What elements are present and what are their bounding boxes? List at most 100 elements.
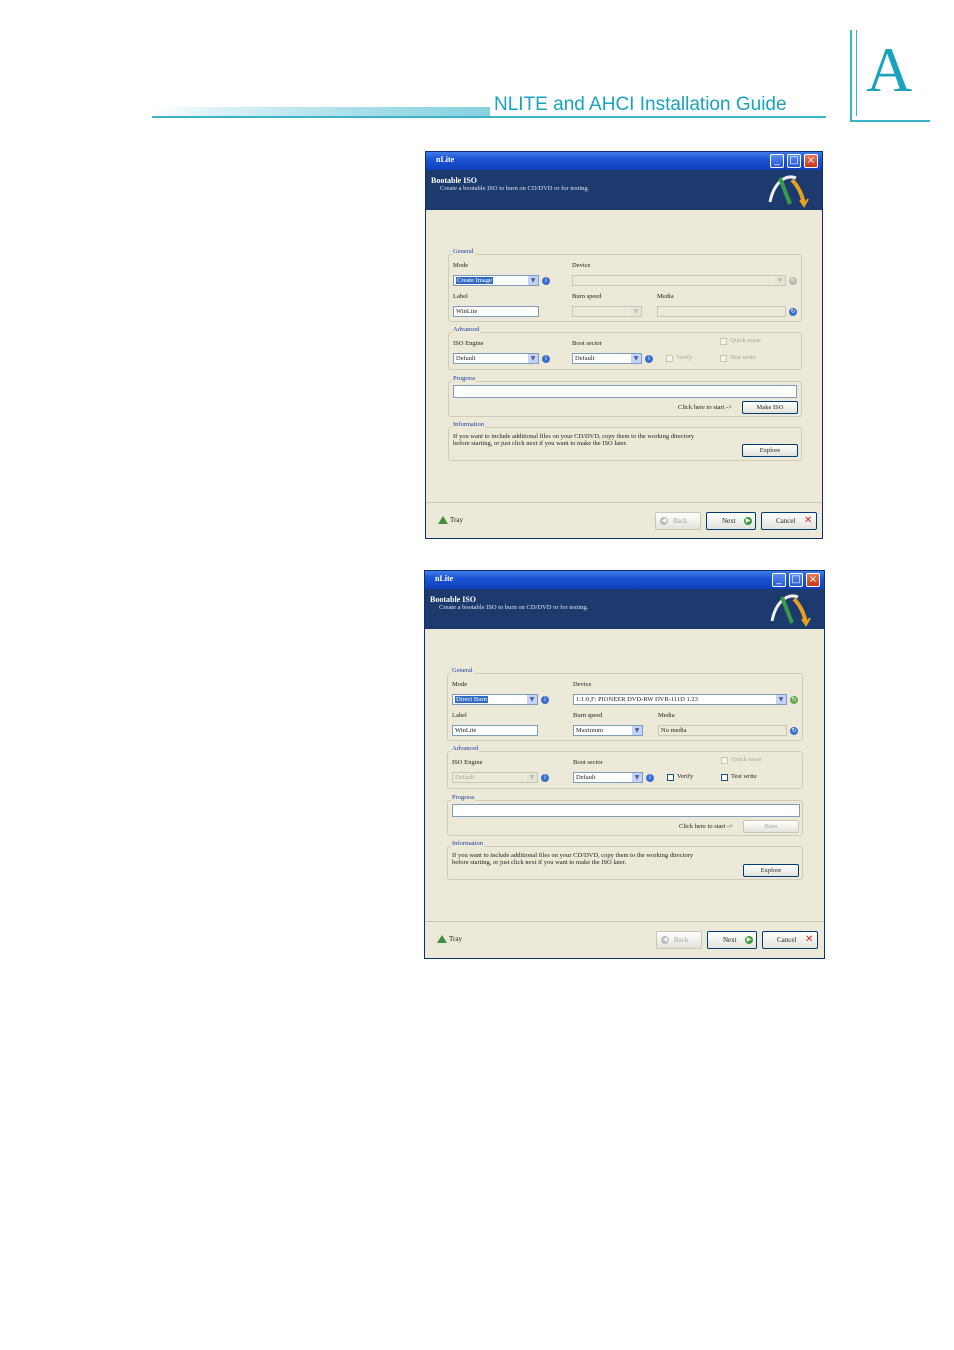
refresh-media-icon[interactable]: ↻ [789, 308, 797, 316]
nlite-window-create-image: nLite _ □ × Bootable ISO Create a bootab… [425, 151, 823, 539]
chevron-down-icon[interactable]: ▼ [528, 276, 538, 285]
device-label: Device [573, 681, 592, 688]
appendix-letter: A [866, 34, 913, 105]
test-write-checkbox[interactable] [720, 355, 727, 362]
burn-button[interactable]: Burn [743, 820, 799, 833]
label-input[interactable]: WinLite [452, 725, 538, 736]
info-text-line1: If you want to include additional files … [452, 852, 694, 859]
banner-title: Bootable ISO [430, 595, 477, 604]
mode-select[interactable]: Create Image ▼ [453, 275, 539, 286]
chevron-down-icon[interactable]: ▼ [632, 726, 642, 735]
mode-value: Create Image [456, 277, 493, 284]
chevron-down-icon[interactable]: ▼ [527, 695, 537, 704]
device-label: Device [572, 262, 591, 269]
test-write-checkbox[interactable] [721, 774, 728, 781]
quick-erase-checkbox[interactable] [720, 338, 727, 345]
chevron-down-icon[interactable]: ▼ [527, 773, 537, 782]
test-write-label: Test write [731, 773, 757, 780]
click-here-label: Click here to start -> [678, 404, 732, 411]
burn-speed-select[interactable]: ▼ [572, 306, 642, 317]
next-button[interactable]: Next ▶ [706, 512, 756, 530]
back-button[interactable]: ◀ Back [655, 512, 701, 530]
mode-label: Mode [452, 681, 468, 688]
banner-subtitle: Create a bootable ISO to burn on CD/DVD … [439, 604, 589, 611]
label-input[interactable]: WinLite [453, 306, 539, 317]
refresh-device-icon[interactable]: ↻ [789, 277, 797, 285]
progress-bar [453, 385, 797, 398]
back-arrow-icon: ◀ [661, 936, 669, 944]
label-label: Label [453, 293, 468, 300]
chevron-down-icon[interactable]: ▼ [632, 773, 642, 782]
window-titlebar[interactable]: nLite _ □ × [425, 571, 824, 589]
wizard-banner: Bootable ISO Create a bootable ISO to bu… [425, 589, 824, 629]
mode-value: Direct Burn [455, 696, 488, 703]
burn-speed-select[interactable]: Maximum ▼ [573, 725, 643, 736]
next-label: Next [723, 936, 737, 944]
mode-help-icon[interactable]: i [541, 696, 549, 704]
iso-engine-help-icon[interactable]: i [541, 774, 549, 782]
verify-checkbox[interactable] [667, 774, 674, 781]
minimize-button[interactable]: _ [770, 154, 784, 168]
verify-label: Verify [677, 773, 694, 780]
cancel-button[interactable]: Cancel ✕ [761, 512, 817, 530]
close-button[interactable]: × [804, 154, 818, 168]
label-value: WinLite [456, 308, 478, 315]
chevron-down-icon[interactable]: ▼ [528, 354, 538, 363]
boot-sector-help-icon[interactable]: i [646, 774, 654, 782]
iso-engine-value: Default [456, 355, 476, 362]
back-arrow-icon: ◀ [660, 517, 668, 525]
boot-sector-select[interactable]: Default ▼ [572, 353, 642, 364]
media-field: No media [658, 725, 787, 736]
verify-checkbox[interactable] [666, 355, 673, 362]
mode-select[interactable]: Direct Burn ▼ [452, 694, 538, 705]
refresh-device-icon[interactable]: ↻ [790, 696, 798, 704]
progress-label: Progress [452, 375, 477, 382]
minimize-button[interactable]: _ [772, 573, 786, 587]
quick-erase-checkbox[interactable] [721, 757, 728, 764]
chevron-down-icon[interactable]: ▼ [775, 276, 785, 285]
nlite-logo-icon [768, 175, 809, 208]
refresh-media-icon[interactable]: ↻ [790, 727, 798, 735]
chevron-down-icon[interactable]: ▼ [776, 695, 786, 704]
media-label: Media [658, 712, 675, 719]
chevron-down-icon[interactable]: ▼ [631, 307, 641, 316]
close-button[interactable]: × [806, 573, 820, 587]
maximize-button[interactable]: □ [787, 154, 801, 168]
iso-engine-value: Default [455, 774, 475, 781]
mode-help-icon[interactable]: i [542, 277, 550, 285]
device-select[interactable]: ▼ [572, 275, 786, 286]
iso-engine-help-icon[interactable]: i [542, 355, 550, 363]
iso-engine-select[interactable]: Default ▼ [452, 772, 538, 783]
progress-label: Progress [451, 794, 476, 801]
iso-engine-select[interactable]: Default ▼ [453, 353, 539, 364]
next-button[interactable]: Next ▶ [707, 931, 757, 949]
chevron-down-icon[interactable]: ▼ [631, 354, 641, 363]
info-text-line2: before starting, or just click next if y… [452, 859, 627, 866]
explore-button[interactable]: Explore [743, 864, 799, 877]
tray-button[interactable]: Tray [437, 935, 462, 944]
tray-label: Tray [449, 935, 462, 943]
iso-engine-label: ISO Engine [453, 340, 484, 347]
cancel-button[interactable]: Cancel ✕ [762, 931, 818, 949]
advanced-label: Advanced [451, 745, 480, 752]
boot-sector-help-icon[interactable]: i [645, 355, 653, 363]
progress-bar [452, 804, 800, 817]
general-label: General [451, 667, 474, 674]
window-title: nLite [435, 574, 454, 583]
information-label: Information [452, 421, 486, 428]
quick-erase-label: Quick erase [730, 337, 761, 344]
boot-sector-select[interactable]: Default ▼ [573, 772, 643, 783]
back-button[interactable]: ◀ Back [656, 931, 702, 949]
explore-button[interactable]: Explore [742, 444, 798, 457]
maximize-button[interactable]: □ [789, 573, 803, 587]
click-here-label: Click here to start -> [679, 823, 733, 830]
window-titlebar[interactable]: nLite _ □ × [426, 152, 822, 170]
tray-button[interactable]: Tray [438, 516, 463, 525]
cancel-x-icon: ✕ [805, 934, 814, 945]
nlite-window-direct-burn: nLite _ □ × Bootable ISO Create a bootab… [424, 570, 825, 959]
make-iso-button[interactable]: Make ISO [742, 401, 798, 414]
general-label: General [452, 248, 475, 255]
tab-border-left [850, 30, 852, 122]
device-select[interactable]: 1:1:0,F: PIONEER DVD-RW DVR-111D 1.23 ▼ [573, 694, 787, 705]
next-label: Next [722, 517, 736, 525]
